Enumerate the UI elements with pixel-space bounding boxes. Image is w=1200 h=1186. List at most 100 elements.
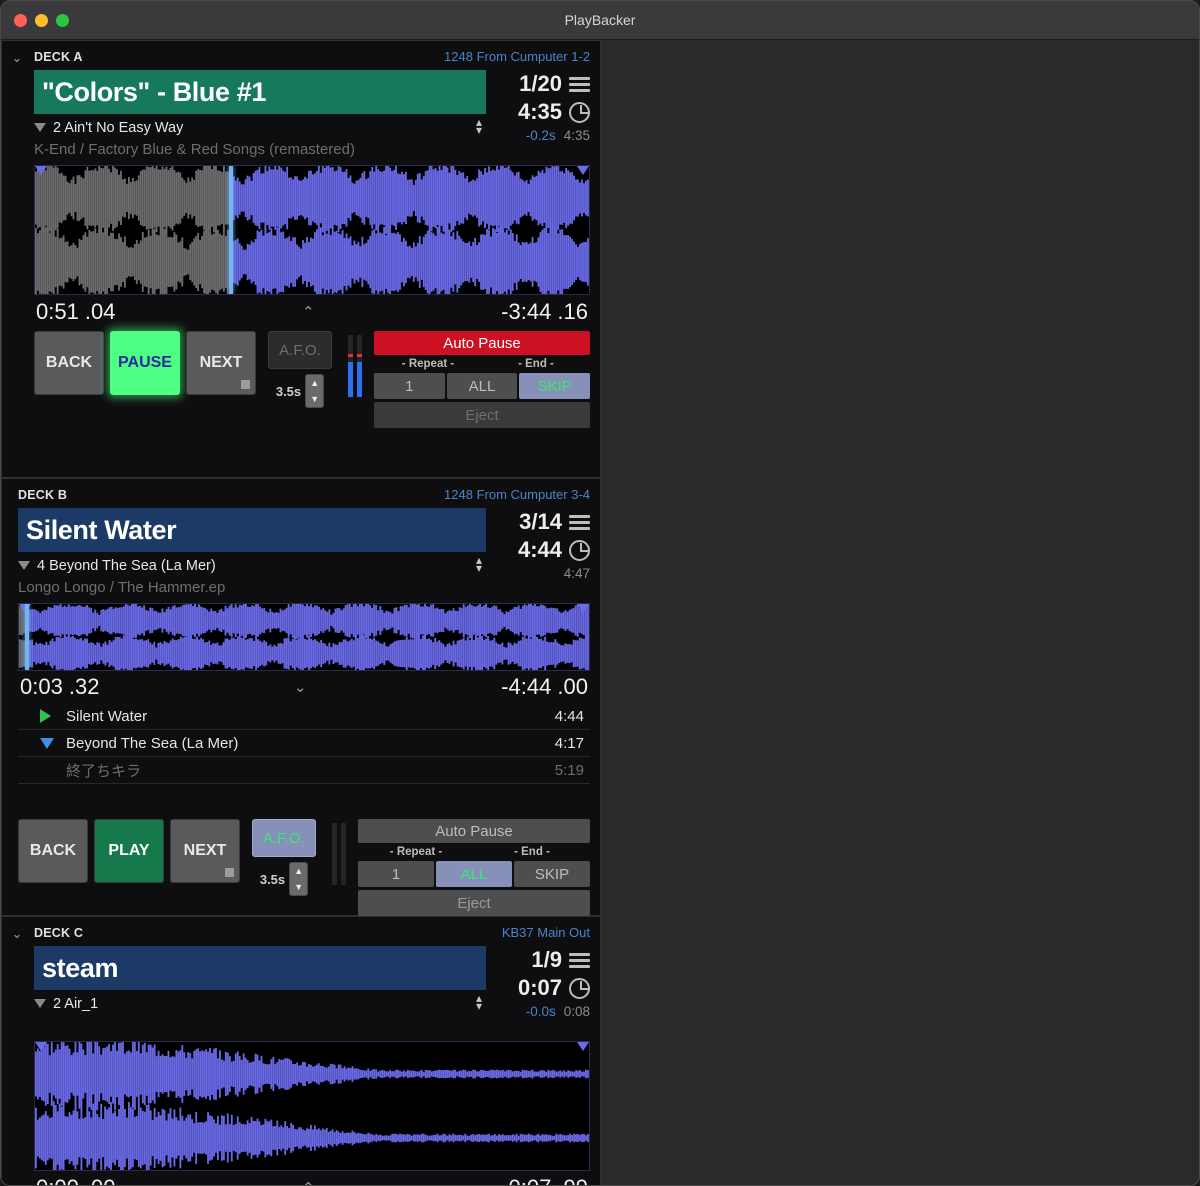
auto-pause-block: Auto Pause - Repeat - - End - 1 ALL SKIP Eject <box>374 331 591 428</box>
next-triangle-icon <box>40 737 54 749</box>
deck-level-meters <box>348 331 362 397</box>
track-title[interactable]: "Colors" - Blue #1 <box>34 70 486 114</box>
deck-output-label[interactable]: 1248 From Cumputer 1-2 <box>444 49 590 64</box>
playlist-row[interactable]: Beyond The Sea (La Mer) 4:17 <box>18 730 590 757</box>
play-button[interactable]: PLAY <box>94 819 164 883</box>
deck-level-meter <box>357 335 362 397</box>
track-sub-meta: -0.0s 0:08 <box>526 1004 590 1019</box>
deck-output-label[interactable]: 1248 From Cumputer 3-4 <box>444 487 590 502</box>
repeat-one-button[interactable]: 1 <box>358 861 434 887</box>
track-total-time: 4:47 <box>563 566 590 581</box>
playlist-collapse-icon[interactable]: ⌄ <box>294 678 307 696</box>
waveform-playhead[interactable] <box>24 604 29 670</box>
repeat-label: - Repeat - <box>401 358 455 370</box>
track-index-row: 1/9 <box>531 946 590 974</box>
window-title: PlayBacker <box>564 12 636 28</box>
track-meta: 3/14 4:44 4:47 <box>494 508 590 581</box>
track-info-row: "Colors" - Blue #1 2 Ain't No Easy Way ▴ ▾ K… <box>34 70 590 160</box>
afo-group: A.F.O. 3.5s ▲ ▼ <box>262 331 338 408</box>
playlist-row[interactable]: 終了ちキラ 5:19 <box>18 757 590 784</box>
waveform-expand-icon[interactable]: ⌃ <box>302 303 315 321</box>
repeat-all-button[interactable]: ALL <box>436 861 512 887</box>
playlist-row[interactable]: Silent Water 4:44 <box>18 703 590 730</box>
close-button[interactable] <box>14 13 27 27</box>
next-button[interactable]: NEXT <box>186 331 256 395</box>
track-index: 1/20 <box>519 71 562 96</box>
tri <box>40 737 54 749</box>
auto-pause-button[interactable]: Auto Pause <box>374 331 590 355</box>
waveform[interactable] <box>18 603 590 671</box>
deck-label: DECK B <box>18 488 68 502</box>
end-skip-button[interactable]: SKIP <box>519 373 591 399</box>
next-track-stepper[interactable]: ▴ ▾ <box>476 992 482 1012</box>
waveform-expand-icon[interactable]: ⌃ <box>302 1179 315 1185</box>
next-button[interactable]: NEXT <box>170 819 240 883</box>
waveform-end-marker-icon <box>577 604 589 613</box>
afo-stepper[interactable]: ▲ ▼ <box>305 374 325 408</box>
meter-fill <box>357 362 362 397</box>
afo-seconds: 3.5s <box>259 871 286 887</box>
track-title[interactable]: steam <box>34 946 486 990</box>
waveform[interactable] <box>34 165 590 295</box>
maximize-button[interactable] <box>56 13 69 27</box>
repeat-end-labels: - Repeat - - End - <box>374 355 590 373</box>
deck-grid: ⌄ DECK A 1248 From Cumputer 1-2 "Colors" - … <box>1 40 1199 1185</box>
deck-output-label[interactable]: KB37 Main Out <box>502 925 590 940</box>
deck-deck-a: ⌄ DECK A 1248 From Cumputer 1-2 "Colors" - … <box>1 40 601 478</box>
repeat-label: - Repeat - <box>389 846 443 858</box>
artist-album-label: K-End / Factory Blue & Red Songs (remast… <box>34 141 355 158</box>
eject-button[interactable]: Eject <box>358 890 590 916</box>
next-track-row[interactable]: 2 Air_1 ▴ ▾ <box>34 992 486 1015</box>
track-duration: 4:35 <box>517 99 562 124</box>
afo-button[interactable]: A.F.O. <box>252 819 316 857</box>
track-sub-meta: -0.2s 4:35 <box>526 128 590 143</box>
auto-pause-button[interactable]: Auto Pause <box>358 819 590 843</box>
playlist-track-name: Silent Water <box>66 707 148 725</box>
track-title[interactable]: Silent Water <box>18 508 486 552</box>
meter-peak <box>357 353 362 357</box>
pie-clock-icon[interactable] <box>569 101 590 123</box>
track-meta: 1/9 0:07 -0.0s 0:08 <box>494 946 590 1019</box>
pause-button[interactable]: PAUSE <box>110 331 180 395</box>
afo-seconds: 3.5s <box>275 383 302 399</box>
track-index-row: 1/20 <box>519 70 590 98</box>
next-track-stepper[interactable]: ▴ ▾ <box>476 554 482 574</box>
waveform-playhead[interactable] <box>228 166 233 294</box>
repeat-all-button[interactable]: ALL <box>446 373 518 399</box>
next-track-row[interactable]: 4 Beyond The Sea (La Mer) ▴ ▾ <box>18 554 486 577</box>
track-duration: 4:44 <box>517 537 562 562</box>
afo-stepper[interactable]: ▲ ▼ <box>289 862 309 896</box>
waveform-end-marker-icon <box>577 1042 589 1051</box>
transport-time-row: 0:00 .00 ⌃ -0:07 .99 <box>34 1171 590 1185</box>
end-skip-button[interactable]: SKIP <box>514 861 590 887</box>
tri <box>40 709 51 723</box>
eject-button[interactable]: Eject <box>374 402 590 428</box>
back-button[interactable]: BACK <box>34 331 104 395</box>
playlist-menu-icon[interactable] <box>569 76 590 92</box>
track-offset: -0.2s <box>525 128 556 143</box>
deck-deck-b: DECK B 1248 From Cumputer 3-4 Silent Water… <box>1 478 601 916</box>
playlist-menu-icon[interactable] <box>569 514 590 530</box>
track-duration-row: 4:35 <box>518 98 590 126</box>
track-info-row: steam 2 Air_1 ▴ ▾ 1/9 0:07 -0.0s 0:08 <box>34 946 590 1036</box>
deck-level-meters <box>332 819 346 885</box>
deck-label: DECK A <box>34 50 83 64</box>
repeat-end-buttons: 1 ALL SKIP <box>374 373 591 399</box>
next-track-triangle-icon <box>18 561 30 570</box>
repeat-end-buttons: 1 ALL SKIP <box>358 861 590 887</box>
afo-button[interactable]: A.F.O. <box>268 331 332 369</box>
deck-label: DECK C <box>34 926 84 940</box>
next-track-stepper[interactable]: ▴ ▾ <box>476 116 482 136</box>
pie-clock-icon[interactable] <box>569 539 590 561</box>
deck-header: DECK C KB37 Main Out <box>34 925 590 942</box>
next-track-row[interactable]: 2 Ain't No Easy Way ▴ ▾ <box>34 116 486 139</box>
transport-controls: BACK PLAY NEXT A.F.O. 3.5s ▲ ▼ Auto Pause - Repe… <box>18 817 590 916</box>
pie-clock-icon[interactable] <box>569 977 590 999</box>
waveform[interactable] <box>34 1041 590 1171</box>
repeat-one-button[interactable]: 1 <box>374 373 445 399</box>
playlist-menu-icon[interactable] <box>569 952 590 968</box>
deck-collapse-chevron-icon[interactable]: ⌄ <box>10 927 24 940</box>
back-button[interactable]: BACK <box>18 819 88 883</box>
deck-collapse-chevron-icon[interactable]: ⌄ <box>10 51 24 64</box>
minimize-button[interactable] <box>35 13 48 27</box>
